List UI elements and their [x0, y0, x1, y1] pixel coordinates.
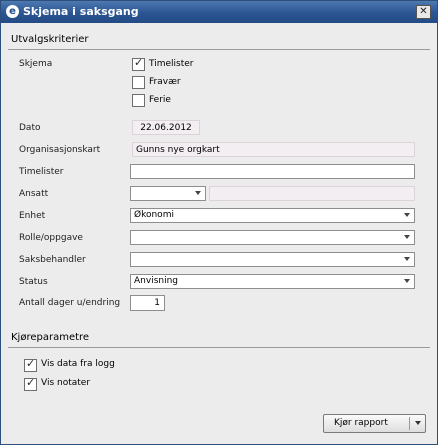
chevron-down-icon[interactable]: [401, 232, 413, 243]
status-label: Status: [19, 277, 48, 287]
app-logo-icon: e: [6, 5, 19, 18]
run-params-section-title: Kjøreparametre: [11, 332, 90, 343]
enhet-dropdown-value: Økonomi: [134, 210, 174, 220]
chevron-down-icon[interactable]: [401, 276, 413, 287]
fravaer-checkbox-label: Fravær: [149, 77, 181, 87]
vis-notater-label: Vis notater: [41, 378, 91, 388]
organisasjonskart-field: Gunns nye orgkart: [132, 142, 415, 157]
vis-data-fra-logg-label: Vis data fra logg: [41, 359, 115, 369]
dager-label: Antall dager u/endring: [19, 298, 121, 308]
criteria-section-header: Utvalgskriterier: [8, 33, 430, 50]
status-dropdown-value: Anvisning: [134, 276, 178, 286]
kjor-rapport-button-label: Kjør rapport: [334, 418, 388, 428]
chevron-down-icon[interactable]: [401, 210, 413, 221]
ansatt-label: Ansatt: [19, 189, 49, 199]
timelister-checkbox[interactable]: [132, 56, 145, 71]
ferie-checkbox[interactable]: [132, 94, 145, 107]
dialog-window: e Skjema i saksgang ✕ Utvalgskriterier S…: [0, 0, 438, 445]
chevron-down-icon[interactable]: [401, 254, 413, 265]
vis-notater-checkbox[interactable]: [24, 376, 37, 391]
kjor-rapport-button[interactable]: Kjør rapport: [323, 414, 426, 433]
criteria-section-title: Utvalgskriterier: [11, 34, 89, 45]
saksbehandler-dropdown[interactable]: [130, 252, 415, 267]
ferie-checkbox-label: Ferie: [149, 95, 171, 105]
dager-stepper[interactable]: 1: [130, 295, 165, 311]
timelister-input[interactable]: [130, 164, 415, 179]
rolle-label: Rolle/oppgave: [19, 233, 83, 243]
status-dropdown[interactable]: Anvisning: [130, 274, 415, 289]
run-params-section-header: Kjøreparametre: [8, 331, 430, 348]
close-button[interactable]: ✕: [416, 5, 431, 19]
fravaer-checkbox[interactable]: [132, 76, 145, 89]
title-bar[interactable]: e Skjema i saksgang ✕: [1, 1, 437, 23]
saksbehandler-label: Saksbehandler: [19, 255, 86, 265]
organisasjonskart-label: Organisasjonskart: [19, 145, 101, 155]
rolle-dropdown[interactable]: [130, 230, 415, 245]
window-title: Skjema i saksgang: [23, 5, 139, 18]
ansatt-dropdown[interactable]: [130, 186, 206, 201]
dato-label: Dato: [19, 123, 41, 133]
timelister-label: Timelister: [19, 167, 64, 177]
skjema-label: Skjema: [19, 59, 53, 69]
chevron-down-icon[interactable]: [192, 188, 204, 199]
chevron-down-icon[interactable]: [415, 421, 421, 425]
enhet-dropdown[interactable]: Økonomi: [130, 208, 415, 223]
ansatt-name-field: [209, 186, 415, 201]
vis-data-fra-logg-checkbox[interactable]: [24, 357, 37, 372]
dato-field: 22.06.2012: [132, 120, 200, 135]
enhet-label: Enhet: [19, 211, 46, 221]
timelister-checkbox-label: Timelister: [149, 59, 194, 69]
